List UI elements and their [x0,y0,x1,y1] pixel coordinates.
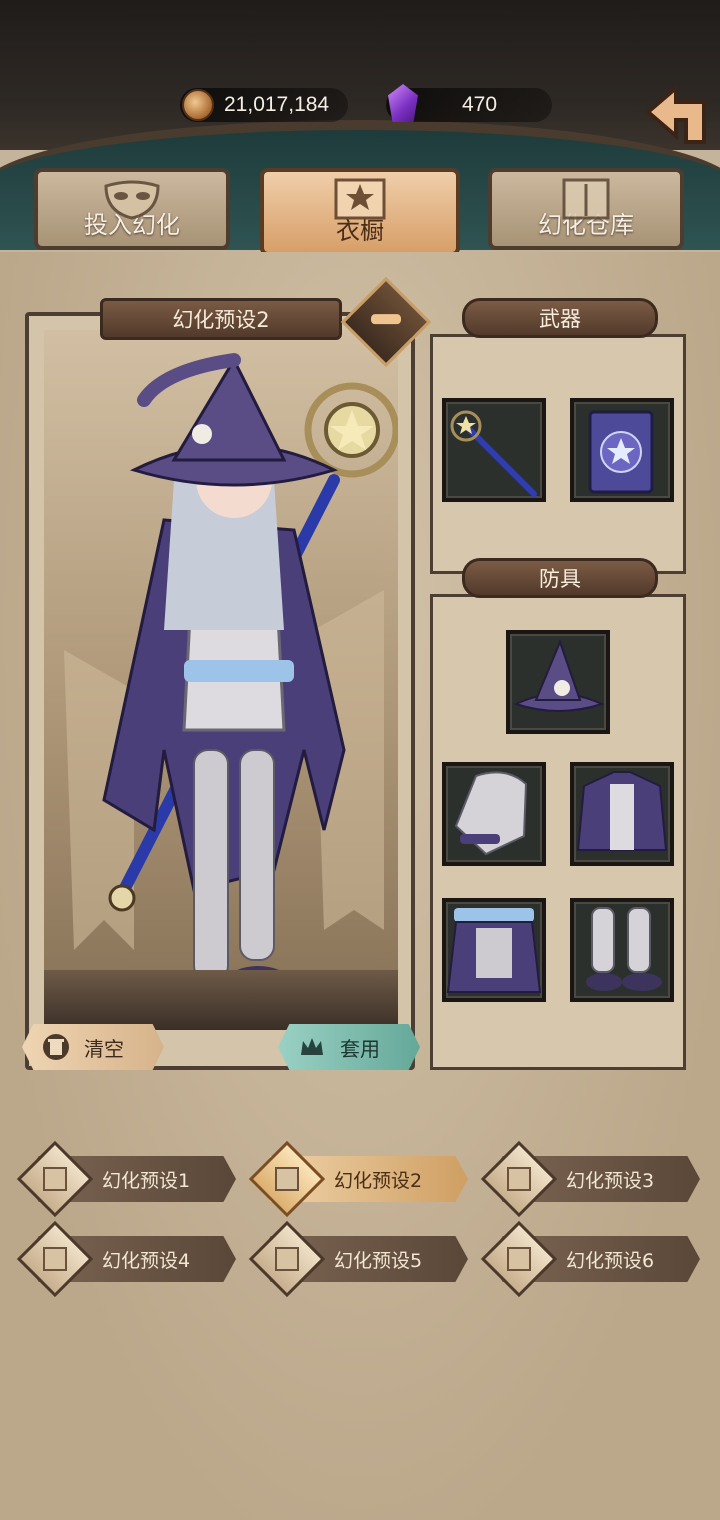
spellbook-icon [588,410,654,494]
gold-counter: 21,017,184 [180,88,348,122]
robe-icon [275,1247,299,1271]
armor-slot-coat[interactable] [570,762,674,866]
staff-icon [450,410,537,497]
clear-button[interactable]: 清空 [22,1024,164,1070]
preset-label: 幻化预设5 [333,1249,423,1272]
armor-slot-boots[interactable] [570,898,674,1002]
mask-icon [104,180,160,220]
clear-label: 清空 [84,1036,124,1061]
trash-icon [43,1034,69,1060]
apply-label: 套用 [340,1036,380,1061]
robe-icon [43,1167,67,1191]
armor-section-title: 防具 [539,567,581,591]
stage-floor [44,970,398,1030]
wardrobe-icon [334,178,386,220]
coin-icon [182,89,214,121]
cabinet-icon [562,178,610,220]
robe-icon [507,1247,531,1271]
preview-preset-title: 幻化预设2 [100,298,342,340]
apply-button[interactable]: 套用 [278,1024,420,1070]
armor-slot-gloves[interactable] [442,762,546,866]
preset-label: 幻化预设6 [565,1249,655,1272]
robe-icon [507,1167,531,1191]
weapon-section-title: 武器 [539,307,581,331]
preset-label: 幻化预设4 [101,1249,191,1272]
robe-icon [275,1167,299,1191]
weapon-section-header: 武器 [462,298,658,338]
boots-icon [586,907,662,991]
witch-hat-icon [513,639,605,712]
preset-label: 幻化预设2 [333,1169,423,1192]
armor-slot-skirt[interactable] [442,898,546,1002]
preset-label: 幻化预设1 [101,1169,191,1192]
back-button[interactable] [642,82,712,154]
armor-section-header: 防具 [462,558,658,598]
character-illustration [64,353,398,1004]
robe-icon [43,1247,67,1271]
skirt-icon [446,908,542,993]
weapon-slot-spellbook[interactable] [570,398,674,502]
tab-invest-transmog[interactable]: 投入幻化 [34,168,230,250]
gem-counter: 470 [386,84,552,122]
edit-feather-icon [371,314,401,325]
coat-icon [576,771,668,851]
gloves-icon [454,771,528,856]
weapon-slot-staff[interactable] [442,398,546,502]
tab-wardrobe[interactable]: 衣橱 [260,168,460,256]
armor-slot-hat[interactable] [506,630,610,734]
back-arrow-icon [644,83,706,144]
crown-icon [301,1038,323,1055]
preset-label: 幻化预设3 [565,1169,655,1192]
gem-value: 470 [462,93,498,116]
preview-preset-title-text: 幻化预设2 [172,308,270,332]
character-preview [44,330,398,1030]
gold-value: 21,017,184 [224,93,330,116]
tab-transmog-storage[interactable]: 幻化仓库 [488,168,684,250]
